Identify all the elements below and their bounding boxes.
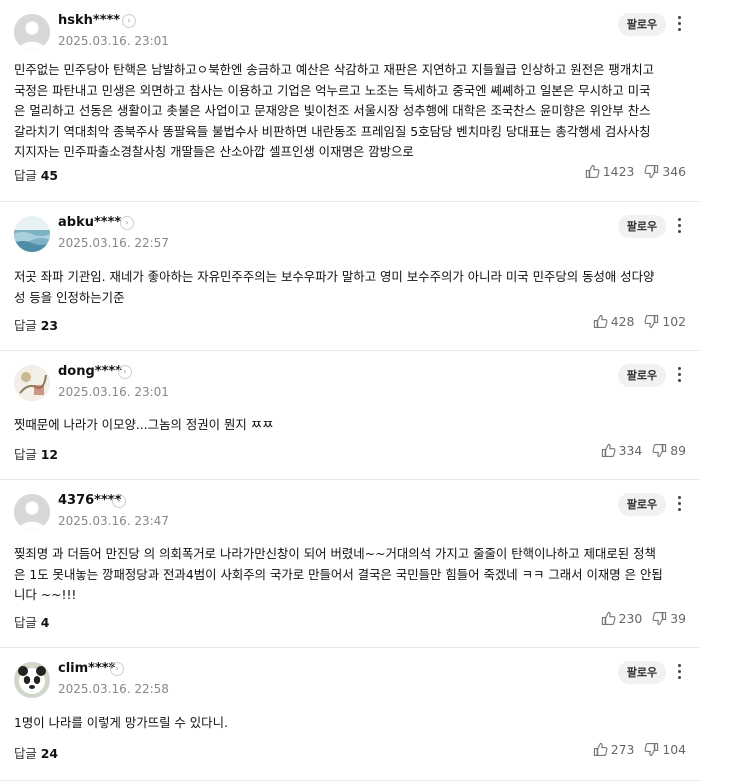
vote-group: 428 102: [593, 314, 686, 329]
nickname[interactable]: dong****: [58, 364, 122, 379]
reply-button[interactable]: 답글 4: [14, 613, 49, 631]
reply-count: 23: [40, 318, 59, 333]
like-button[interactable]: 428: [593, 314, 635, 329]
chevron-right-icon[interactable]: ›: [110, 662, 124, 676]
dislike-count: 39: [670, 611, 686, 626]
avatar[interactable]: [14, 14, 50, 50]
follow-button[interactable]: 팔로우: [618, 661, 666, 684]
vote-group: 1423 346: [585, 164, 686, 179]
vote-group: 273 104: [593, 742, 686, 757]
more-options-icon[interactable]: [672, 13, 688, 35]
dislike-button[interactable]: 104: [644, 742, 686, 757]
thumbs-down-icon: [652, 611, 667, 626]
comment-date: 2025.03.16. 23:01: [58, 34, 169, 48]
like-button[interactable]: 273: [593, 742, 635, 757]
reply-button[interactable]: 답글 45: [14, 166, 58, 184]
comment-date: 2025.03.16. 22:57: [58, 236, 169, 250]
thumbs-up-icon: [585, 164, 600, 179]
thumbs-down-icon: [652, 443, 667, 458]
comment-text: 찢죄명 과 더듬어 만진당 의 의회폭거로 나라가만신창이 되어 버렸네~~거대…: [14, 546, 663, 603]
nickname[interactable]: abku****: [58, 215, 121, 230]
comment-date: 2025.03.16. 22:58: [58, 682, 169, 696]
comment-item: 4376**** › 2025.03.16. 23:47 팔로우 찢죄명 과 더…: [0, 480, 700, 648]
thumbs-down-icon: [644, 742, 659, 757]
like-count: 273: [610, 742, 635, 757]
nickname[interactable]: clim****: [58, 661, 115, 676]
avatar[interactable]: [14, 494, 50, 530]
nickname[interactable]: hskh****: [58, 13, 120, 28]
thumbs-up-icon: [601, 611, 616, 626]
thumbs-up-icon: [593, 742, 608, 757]
reply-label: 답글: [14, 447, 37, 462]
reply-button[interactable]: 답글 12: [14, 445, 58, 463]
dislike-button[interactable]: 102: [644, 314, 686, 329]
more-options-icon[interactable]: [672, 661, 688, 683]
vote-group: 334 89: [601, 443, 686, 458]
avatar[interactable]: [14, 365, 50, 401]
thumbs-up-icon: [601, 443, 616, 458]
thumbs-down-icon: [644, 164, 659, 179]
dislike-count: 346: [662, 164, 686, 179]
reply-button[interactable]: 답글 24: [14, 744, 58, 762]
chevron-right-icon[interactable]: ›: [112, 494, 126, 508]
thumbs-down-icon: [644, 314, 659, 329]
reply-label: 답글: [14, 318, 37, 333]
dislike-count: 104: [662, 742, 686, 757]
reply-label: 답글: [14, 168, 37, 183]
follow-button[interactable]: 팔로우: [618, 493, 666, 516]
dislike-count: 89: [670, 443, 686, 458]
reply-label: 답글: [14, 615, 37, 630]
dislike-button[interactable]: 39: [652, 611, 686, 626]
more-options-icon[interactable]: [672, 364, 688, 386]
like-count: 230: [618, 611, 643, 626]
dislike-button[interactable]: 346: [644, 164, 686, 179]
comment-text: 민주없는 민주당아 탄핵은 남발하고ㅇ북한엔 송금하고 예산은 삭감하고 재판은…: [14, 62, 655, 160]
avatar[interactable]: [14, 662, 50, 698]
reply-label: 답글: [14, 746, 37, 761]
reply-count: 4: [40, 615, 50, 630]
like-button[interactable]: 334: [601, 443, 643, 458]
comment-text: 저곳 좌파 기관임. 재네가 좋아하는 자유민주주의는 보수우파가 말하고 영미…: [14, 269, 655, 305]
like-count: 428: [610, 314, 635, 329]
reply-count: 24: [40, 746, 59, 761]
comment-item: clim**** › 2025.03.16. 22:58 팔로우 1명이 나라를…: [0, 648, 700, 781]
chevron-right-icon[interactable]: ›: [120, 216, 134, 230]
follow-button[interactable]: 팔로우: [618, 364, 666, 387]
dislike-count: 102: [662, 314, 686, 329]
reply-count: 12: [40, 447, 59, 462]
comment-item: hskh**** › 2025.03.16. 23:01 팔로우 민주없는 민주…: [0, 0, 700, 202]
comment-text: 1명이 나라를 이렇게 망가뜨릴 수 있다니.: [14, 715, 228, 730]
like-button[interactable]: 1423: [585, 164, 635, 179]
follow-button[interactable]: 팔로우: [618, 13, 666, 36]
comment-text: 찟때문에 나라가 이모양...그놈의 정권이 뭔지 ㅉㅉ: [14, 417, 274, 432]
reply-button[interactable]: 답글 23: [14, 316, 58, 334]
chevron-right-icon[interactable]: ›: [122, 14, 136, 28]
like-button[interactable]: 230: [601, 611, 643, 626]
chevron-right-icon[interactable]: ›: [118, 365, 132, 379]
more-options-icon[interactable]: [672, 493, 688, 515]
reply-count: 45: [40, 168, 59, 183]
avatar[interactable]: [14, 216, 50, 252]
vote-group: 230 39: [601, 611, 686, 626]
comment-date: 2025.03.16. 23:01: [58, 385, 169, 399]
like-count: 1423: [602, 164, 635, 179]
comment-date: 2025.03.16. 23:47: [58, 514, 169, 528]
like-count: 334: [618, 443, 643, 458]
thumbs-up-icon: [593, 314, 608, 329]
more-options-icon[interactable]: [672, 215, 688, 237]
comment-item: abku**** › 2025.03.16. 22:57 팔로우 저곳 좌파 기…: [0, 202, 700, 351]
comment-item: dong**** › 2025.03.16. 23:01 팔로우 찟때문에 나라…: [0, 351, 700, 480]
follow-button[interactable]: 팔로우: [618, 215, 666, 238]
dislike-button[interactable]: 89: [652, 443, 686, 458]
